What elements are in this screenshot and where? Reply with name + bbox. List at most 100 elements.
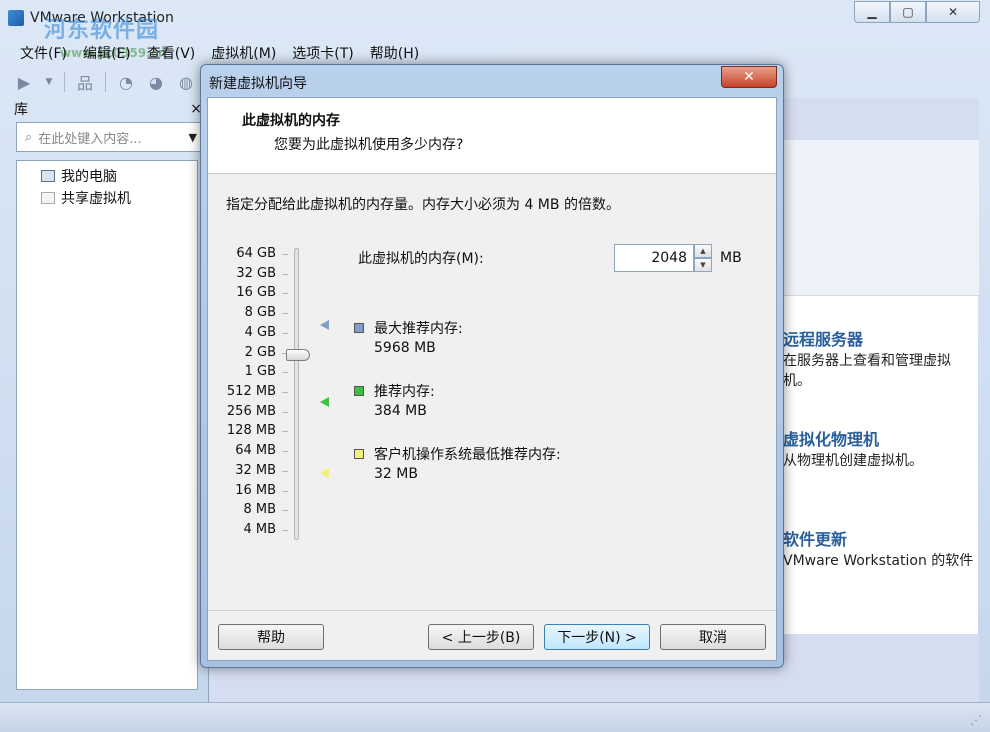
dialog-close-button[interactable]: ✕ bbox=[721, 66, 777, 88]
legend-label: 客户机操作系统最低推荐内存: bbox=[374, 447, 561, 463]
wizard-page-subtitle: 您要为此虚拟机使用多少内存? bbox=[274, 137, 464, 153]
slider-tick bbox=[282, 431, 288, 432]
menu-help[interactable]: 帮助(H) bbox=[370, 43, 419, 63]
scale-label: 8 GB bbox=[244, 305, 276, 320]
legend-recommended: 推荐内存: 384 MB bbox=[354, 381, 435, 421]
scale-label: 8 MB bbox=[243, 502, 276, 517]
legend-swatch bbox=[354, 449, 364, 459]
legend-row: 推荐内存: bbox=[354, 381, 435, 401]
home-entry-remote-server[interactable]: 远程服务器 在服务器上查看和管理虚拟机。 bbox=[783, 326, 978, 390]
memory-field-label: 此虚拟机的内存(M): bbox=[358, 251, 484, 267]
shared-vm-icon bbox=[41, 192, 55, 204]
legend-label: 最大推荐内存: bbox=[374, 321, 463, 337]
scale-label: 512 MB bbox=[226, 384, 276, 399]
resize-grip-icon[interactable]: ⋰ bbox=[970, 713, 982, 727]
memory-unit: MB bbox=[720, 250, 742, 266]
menu-vm[interactable]: 虚拟机(M) bbox=[211, 43, 276, 63]
memory-slider-thumb[interactable] bbox=[286, 349, 310, 361]
tree-item-my-computer[interactable]: 我的电脑 bbox=[17, 165, 197, 187]
search-icon: ⌕ bbox=[25, 129, 33, 145]
scale-label: 128 MB bbox=[226, 423, 276, 438]
slider-tick bbox=[282, 274, 288, 275]
library-search-input[interactable]: 在此处键入内容... bbox=[38, 128, 188, 147]
revert-snapshot-icon[interactable]: ◕ bbox=[146, 72, 166, 92]
home-entry-software-update[interactable]: 软件更新 VMware Workstation 的软件 bbox=[783, 526, 973, 570]
network-icon[interactable]: 品 bbox=[75, 72, 95, 93]
recommended-marker-icon bbox=[320, 397, 329, 407]
toolbar-separator bbox=[64, 72, 65, 92]
main-toolbar: ▶ ▼ 品 ◔ ◕ ◍ bbox=[0, 66, 200, 98]
max-recommended-marker-icon bbox=[320, 320, 329, 330]
help-button[interactable]: 帮助 bbox=[218, 624, 324, 650]
snapshot-icon[interactable]: ◔ bbox=[116, 72, 136, 92]
home-entry-desc: 在服务器上查看和管理虚拟机。 bbox=[783, 353, 951, 389]
slider-tick bbox=[282, 412, 288, 413]
next-button[interactable]: 下一步(N) > bbox=[544, 624, 650, 650]
scale-label: 256 MB bbox=[226, 404, 276, 419]
legend-value: 384 MB bbox=[374, 403, 427, 419]
wizard-instruction: 指定分配给此虚拟机的内存量。内存大小必须为 4 MB 的倍数。 bbox=[226, 197, 620, 213]
statusbar: ⋰ bbox=[0, 702, 990, 732]
back-button[interactable]: < 上一步(B) bbox=[428, 624, 534, 650]
legend-row: 最大推荐内存: bbox=[354, 318, 463, 338]
legend-label: 推荐内存: bbox=[374, 384, 435, 400]
home-entry-virtualize-physical[interactable]: 虚拟化物理机 从物理机创建虚拟机。 bbox=[783, 426, 923, 470]
menu-view[interactable]: 查看(V) bbox=[147, 43, 196, 63]
legend-swatch bbox=[354, 386, 364, 396]
scale-label: 32 MB bbox=[235, 463, 276, 478]
spinner-up-icon[interactable]: ▲ bbox=[694, 244, 712, 258]
scale-label: 2 GB bbox=[244, 345, 276, 360]
slider-tick bbox=[282, 471, 288, 472]
maximize-button[interactable]: ▢ bbox=[890, 1, 926, 23]
tree-item-label: 共享虚拟机 bbox=[61, 191, 131, 207]
scale-label: 16 MB bbox=[235, 483, 276, 498]
dialog-body: 此虚拟机的内存 您要为此虚拟机使用多少内存? 指定分配给此虚拟机的内存量。内存大… bbox=[207, 97, 777, 661]
slider-tick bbox=[282, 313, 288, 314]
main-close-button[interactable]: ✕ bbox=[926, 1, 980, 23]
play-dropdown-icon[interactable]: ▼ bbox=[44, 72, 54, 92]
slider-tick bbox=[282, 530, 288, 531]
home-entry-title: 虚拟化物理机 bbox=[783, 430, 880, 449]
menubar: 文件(F) 编辑(E) 查看(V) 虚拟机(M) 选项卡(T) 帮助(H) bbox=[0, 40, 990, 66]
menu-tabs[interactable]: 选项卡(T) bbox=[292, 43, 353, 63]
tree-item-shared-vms[interactable]: 共享虚拟机 bbox=[17, 187, 197, 209]
spinner-down-icon[interactable]: ▼ bbox=[694, 258, 712, 272]
dialog-title: 新建虚拟机向导 bbox=[209, 76, 307, 92]
slider-tick bbox=[282, 451, 288, 452]
library-sidebar: 库 × ⌕ 在此处键入内容... ▼ 我的电脑 共享虚拟机 bbox=[8, 98, 206, 702]
scale-label: 16 GB bbox=[236, 285, 276, 300]
legend-value: 32 MB bbox=[374, 466, 418, 482]
menu-file[interactable]: 文件(F) bbox=[20, 43, 67, 63]
scale-label: 4 GB bbox=[244, 325, 276, 340]
chevron-down-icon[interactable]: ▼ bbox=[189, 131, 197, 144]
memory-slider-track[interactable] bbox=[294, 248, 299, 540]
memory-input[interactable]: 2048 bbox=[614, 244, 694, 272]
legend-value: 5968 MB bbox=[374, 340, 436, 356]
minimize-button[interactable]: ▁ bbox=[854, 1, 890, 23]
computer-icon bbox=[41, 170, 55, 182]
slider-tick bbox=[282, 510, 288, 511]
library-header: 库 × bbox=[8, 98, 206, 120]
scale-label: 4 MB bbox=[243, 522, 276, 537]
slider-tick bbox=[282, 333, 288, 334]
wizard-header: 此虚拟机的内存 您要为此虚拟机使用多少内存? bbox=[208, 98, 776, 174]
maximize-icon: ▢ bbox=[902, 5, 914, 19]
slider-tick bbox=[282, 392, 288, 393]
scale-label: 1 GB bbox=[244, 364, 276, 379]
close-icon: ✕ bbox=[743, 69, 755, 85]
memory-spinner: ▲ ▼ bbox=[694, 244, 712, 272]
window-caption-buttons: ▁ ▢ ✕ bbox=[854, 1, 980, 23]
menu-edit[interactable]: 编辑(E) bbox=[83, 43, 131, 63]
minimize-icon: ▁ bbox=[867, 5, 877, 19]
scale-label: 32 GB bbox=[236, 266, 276, 281]
wizard-page-title: 此虚拟机的内存 bbox=[242, 113, 340, 129]
home-entry-title: 软件更新 bbox=[783, 530, 848, 549]
play-icon[interactable]: ▶ bbox=[14, 72, 34, 92]
home-entry-title: 远程服务器 bbox=[783, 330, 864, 349]
cancel-button[interactable]: 取消 bbox=[660, 624, 766, 650]
scale-label: 64 GB bbox=[236, 246, 276, 261]
min-recommended-marker-icon bbox=[320, 468, 329, 478]
library-search-box[interactable]: ⌕ 在此处键入内容... ▼ bbox=[16, 122, 204, 152]
slider-tick bbox=[282, 372, 288, 373]
snapshot-manager-icon[interactable]: ◍ bbox=[176, 72, 196, 92]
